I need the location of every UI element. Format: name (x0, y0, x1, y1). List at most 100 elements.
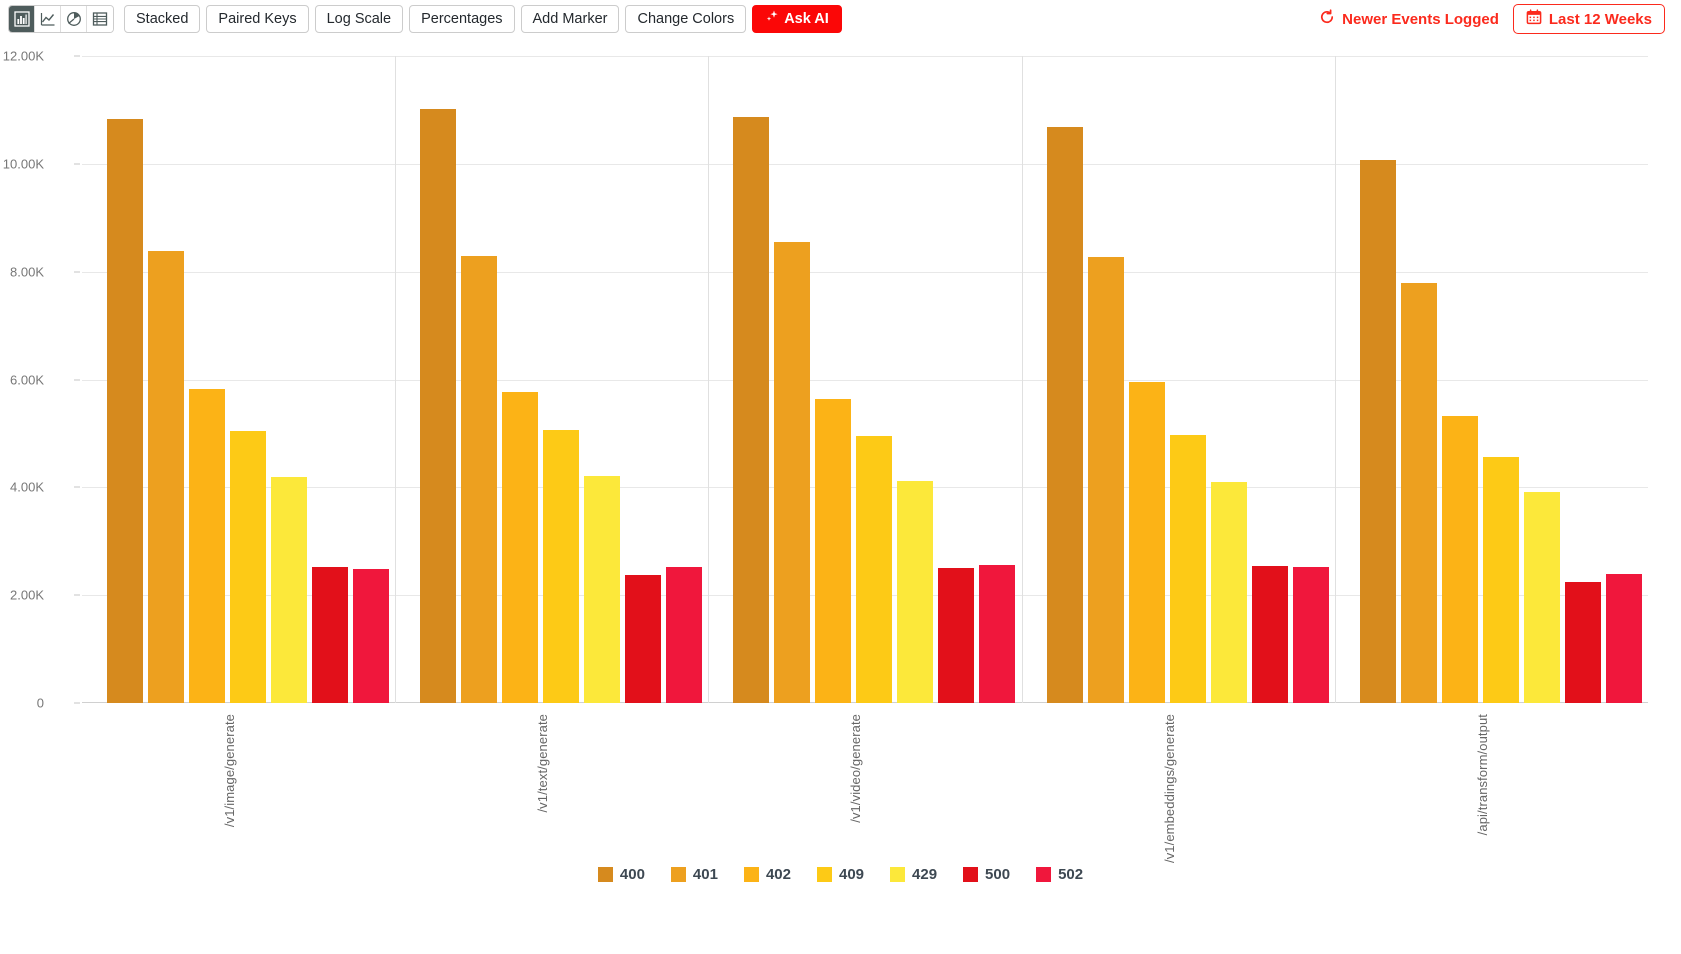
bar-group (1359, 56, 1642, 703)
bar[interactable] (543, 429, 580, 703)
bar[interactable] (189, 388, 225, 703)
y-axis-tick-label: 4.00K (10, 479, 44, 495)
legend-swatch (1036, 867, 1052, 882)
paired-keys-button[interactable]: Paired Keys (206, 5, 309, 33)
bar-group (1046, 56, 1329, 703)
chart-legend: 400 401 402 409 429 500 502 (0, 866, 1681, 883)
ask-ai-label: Ask AI (784, 11, 829, 27)
y-axis-tick-label: 10.00K (2, 156, 44, 172)
legend-label: 400 (619, 866, 645, 883)
bar[interactable] (1359, 160, 1396, 703)
bar-chart-icon[interactable] (9, 6, 35, 32)
bar[interactable] (312, 567, 348, 703)
bar[interactable] (353, 569, 389, 703)
bar[interactable] (625, 574, 662, 703)
y-axis-tick-mark (74, 702, 80, 704)
table-icon[interactable] (87, 6, 113, 32)
category-separator (1021, 56, 1023, 703)
bar[interactable] (1523, 492, 1560, 703)
bar[interactable] (1441, 415, 1478, 703)
x-axis-tick-label: /v1/text/generate (535, 714, 551, 813)
bar[interactable] (461, 256, 498, 703)
bar[interactable] (1400, 283, 1437, 703)
bar[interactable] (666, 567, 703, 703)
chart-type-switcher[interactable] (8, 5, 114, 33)
bar[interactable] (774, 242, 811, 703)
y-axis-tick-mark (74, 486, 80, 488)
bar[interactable] (1564, 582, 1601, 703)
bar[interactable] (107, 119, 143, 703)
bar[interactable] (1128, 381, 1165, 703)
bar[interactable] (815, 398, 852, 703)
legend-item[interactable]: 400 (597, 866, 645, 883)
chart-area: 0 2.00K 4.00K 6.00K 8.00K 10.00K 12.00K /v1/im… (0, 38, 1681, 918)
bar-group (107, 56, 389, 703)
y-axis-tick-label: 8.00K (10, 264, 44, 280)
legend-item[interactable]: 402 (743, 866, 791, 883)
y-axis-tick-mark (74, 55, 80, 57)
bar[interactable] (271, 476, 307, 703)
bar[interactable] (1292, 566, 1329, 703)
bar[interactable] (856, 436, 893, 703)
category-separator (708, 56, 710, 703)
add-marker-button[interactable]: Add Marker (520, 5, 620, 33)
legend-item[interactable]: 429 (890, 866, 937, 883)
bar[interactable] (1169, 435, 1206, 703)
y-axis-tick-mark (74, 163, 80, 165)
legend-item[interactable]: 502 (1036, 866, 1083, 883)
plot-canvas: 0 2.00K 4.00K 6.00K 8.00K 10.00K 12.00K (3, 49, 1648, 711)
legend-label: 402 (765, 866, 791, 883)
y-axis-tick-label: 12.00K (2, 48, 44, 64)
newer-events-logged-label: Newer Events Logged (1342, 10, 1499, 28)
bar[interactable] (733, 117, 770, 703)
x-axis-tick-label: /v1/embeddings/generate (1161, 714, 1177, 864)
bar[interactable] (420, 108, 457, 703)
ask-ai-button[interactable]: Ask AI (752, 5, 842, 33)
refresh-icon (1319, 9, 1335, 29)
y-axis-tick-mark (74, 271, 80, 273)
legend-item[interactable]: 409 (816, 866, 865, 883)
legend-item[interactable]: 401 (670, 866, 718, 883)
pie-chart-icon[interactable] (61, 6, 87, 32)
legend-label: 502 (1058, 866, 1084, 883)
x-axis-tick-label: /v1/image/generate (222, 714, 237, 828)
bar[interactable] (1605, 574, 1642, 703)
y-axis-tick-mark (74, 594, 80, 596)
y-axis-tick-mark (74, 379, 80, 380)
bar[interactable] (897, 481, 934, 703)
percentages-button[interactable]: Percentages (409, 5, 515, 33)
y-axis-tick-label: 0 (36, 695, 44, 711)
stacked-button[interactable]: Stacked (124, 5, 201, 33)
line-chart-icon[interactable] (35, 6, 61, 32)
bar[interactable] (1046, 127, 1083, 703)
bar[interactable] (584, 476, 621, 703)
x-axis-tick-label: /api/transform/output (1474, 714, 1490, 836)
bar[interactable] (938, 567, 975, 703)
bar-group (420, 56, 703, 703)
change-colors-button[interactable]: Change Colors (625, 5, 747, 33)
category-separator (395, 56, 397, 703)
bar[interactable] (230, 431, 266, 703)
y-axis-tick-label: 6.00K (10, 372, 44, 387)
legend-label: 429 (912, 866, 938, 883)
legend-label: 409 (838, 866, 865, 883)
newer-events-logged-button[interactable]: Newer Events Logged (1319, 9, 1499, 29)
bar[interactable] (502, 392, 539, 703)
bar[interactable] (1482, 456, 1519, 703)
legend-swatch (963, 867, 979, 882)
log-scale-button[interactable]: Log Scale (314, 5, 404, 33)
bar[interactable] (1210, 481, 1247, 703)
date-range-label: Last 12 Weeks (1548, 10, 1652, 28)
legend-swatch (670, 867, 686, 882)
bar[interactable] (979, 564, 1016, 703)
sparkle-icon (765, 6, 779, 32)
bar[interactable] (148, 251, 184, 703)
bar[interactable] (1251, 566, 1288, 703)
date-range-button[interactable]: Last 12 Weeks (1512, 4, 1665, 34)
legend-swatch (816, 867, 832, 882)
legend-item[interactable]: 500 (963, 866, 1010, 883)
legend-swatch (890, 867, 906, 882)
bar[interactable] (1087, 257, 1124, 703)
legend-swatch (743, 867, 759, 882)
category-separator (1334, 56, 1336, 703)
